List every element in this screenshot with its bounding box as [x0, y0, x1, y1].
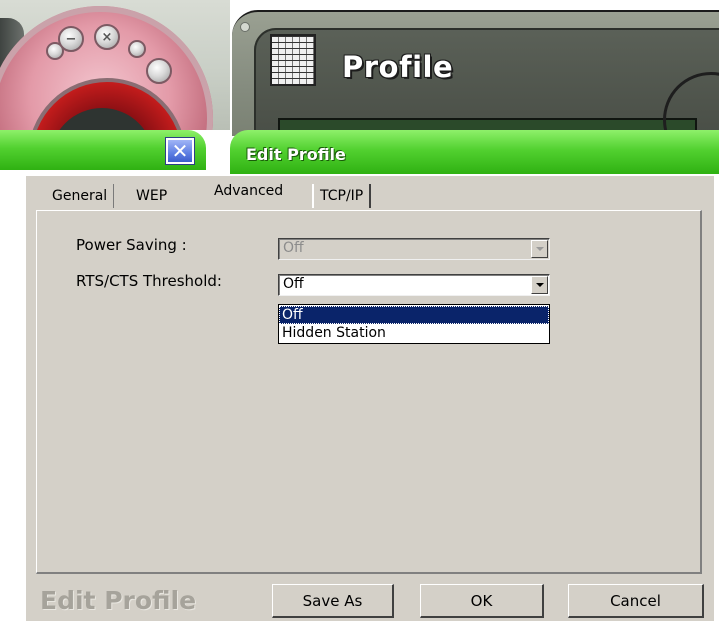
rts-cts-value: Off	[283, 276, 304, 292]
tab-advanced[interactable]: Advanced	[208, 178, 290, 210]
minimize-icon[interactable]: −	[58, 26, 84, 52]
profile-skin-panel: Profile	[232, 10, 719, 136]
skin-knob-icon	[146, 58, 172, 84]
cancel-button[interactable]: Cancel	[568, 584, 704, 618]
tab-wep[interactable]: WEP	[130, 184, 173, 208]
advanced-tab-panel	[36, 210, 702, 574]
edit-profile-dialog: General WEP Advanced TCP/IP Power Saving…	[26, 176, 714, 621]
power-saving-select: Off	[278, 238, 550, 260]
footer-title: Edit Profile	[40, 586, 197, 615]
dialog-title: Edit Profile	[246, 145, 346, 164]
skin-screw-icon	[240, 22, 250, 32]
power-saving-value: Off	[283, 240, 304, 256]
tab-general[interactable]: General	[46, 184, 115, 208]
skin-left-panel: − ×	[0, 0, 230, 130]
rts-cts-dropdown-list: Off Hidden Station	[278, 304, 550, 344]
profile-skin-title: Profile	[342, 50, 454, 84]
rts-cts-label: RTS/CTS Threshold:	[76, 272, 222, 290]
close-skin-icon[interactable]: ×	[94, 24, 120, 50]
save-as-button[interactable]: Save As	[272, 584, 394, 618]
tab-tcpip[interactable]: TCP/IP	[312, 184, 372, 208]
option-off[interactable]: Off	[279, 306, 549, 324]
option-hidden-station[interactable]: Hidden Station	[279, 324, 549, 342]
chevron-down-icon[interactable]	[531, 276, 548, 294]
power-saving-label: Power Saving :	[76, 236, 187, 254]
ok-button[interactable]: OK	[420, 584, 544, 618]
profile-skin-inner	[254, 28, 719, 132]
profile-document-icon	[270, 34, 316, 86]
close-button[interactable]: ✕	[166, 138, 194, 164]
chevron-down-icon	[531, 240, 548, 258]
rts-cts-select[interactable]: Off	[278, 274, 550, 296]
skin-dot-icon	[128, 40, 146, 58]
